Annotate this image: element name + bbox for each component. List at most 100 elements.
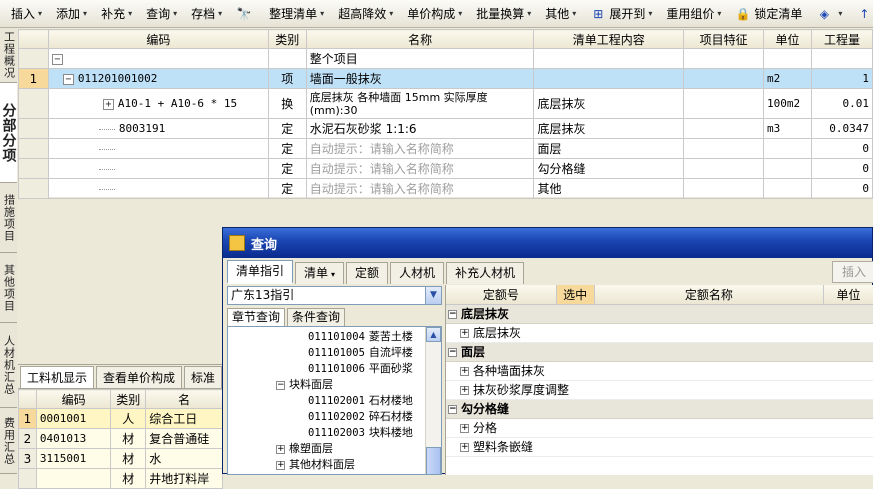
cell-name[interactable]: 整个项目 [305,48,535,69]
expand-icon[interactable]: + [276,444,285,454]
guide-select[interactable]: 广东13指引 ▼ [227,286,442,305]
table-row[interactable]: 1 0001001 人综合工日 [18,408,223,429]
cell-content[interactable] [533,68,685,89]
cell-name[interactable]: 复合普通硅 [145,428,223,449]
cell-name[interactable]: 自动提示：请输入名称简称 [305,158,535,179]
col-qty[interactable]: 工程量 [810,29,873,49]
cell-code[interactable] [47,138,269,159]
cell-content[interactable]: 面层 [533,138,685,159]
cell-code[interactable]: 8003191 [47,118,269,139]
toolbar-item[interactable]: 添加 ▾ [51,3,92,25]
col-name[interactable]: 名 [145,389,223,409]
chevron-down-icon[interactable]: ▾ [458,9,462,18]
cell-unit[interactable] [763,178,812,199]
table-row[interactable]: 材井地打料岸 [18,468,223,489]
collapse-icon[interactable]: − [448,310,457,319]
row-number[interactable] [18,138,49,159]
toolbar-item[interactable]: 补充 ▾ [96,3,137,25]
chevron-down-icon[interactable]: ▾ [218,9,222,18]
col-feature[interactable]: 项目特征 [683,29,765,49]
table-row[interactable]: 1 −011201001002 项 墙面一般抹灰 m2 1 [18,68,873,89]
quota-item[interactable]: + 底层抹灰 [446,324,873,343]
collapse-icon[interactable]: − [448,348,457,357]
chevron-down-icon[interactable]: ▾ [527,9,531,18]
dialog-title-bar[interactable]: 查询 [223,228,872,258]
cell-name[interactable]: 井地打料岸 [145,468,223,489]
col-unit[interactable]: 单位 [763,29,812,49]
cell-name[interactable]: 墙面一般抹灰 [305,68,535,89]
cell-feature[interactable] [683,68,765,89]
expand-icon[interactable]: + [460,443,469,452]
insert-button[interactable]: 插入 [832,261,873,283]
toolbar-item[interactable]: 单价构成 ▾ [402,3,467,25]
tree-node[interactable]: − 块料面层 [276,377,333,393]
cell-type[interactable] [267,48,307,69]
cell-unit[interactable] [763,158,812,179]
cell-type[interactable]: 材 [110,448,147,469]
expand-icon[interactable]: + [460,367,469,376]
cell-qty[interactable]: 0 [810,138,873,159]
tab-project-overview[interactable]: 工程概况 [0,28,17,83]
tree-node[interactable]: 011101005 自流坪楼 [308,345,413,361]
cell-name[interactable]: 综合工日 [145,408,223,429]
cell-qty[interactable] [810,48,873,69]
tab-chapter-search[interactable]: 章节查询 [227,308,286,326]
col-code[interactable]: 编码 [47,29,269,49]
cell-name[interactable]: 自动提示：请输入名称简称 [305,138,535,159]
chevron-down-icon[interactable]: ▾ [717,9,721,18]
table-row[interactable]: 2 0401013 材复合普通硅 [18,428,223,449]
quota-item[interactable]: + 抹灰砂浆厚度调整 [446,381,873,400]
cell-feature[interactable] [683,118,765,139]
cell-code[interactable]: 0401013 [35,428,112,449]
toolbar-item[interactable]: 🔒 锁定清单 [730,3,807,25]
cell-qty[interactable]: 0.01 [810,88,873,119]
tree-node[interactable]: 011101004 菱苦土楼 [308,329,413,345]
cell-type[interactable]: 定 [267,158,307,179]
collapse-icon[interactable]: − [448,405,457,414]
cell-code[interactable] [35,468,112,489]
tab-cost-summary[interactable]: 费用汇总 [0,408,17,474]
tab-standard[interactable]: 标准 [184,365,223,388]
cell-code[interactable]: 0001001 [35,408,112,429]
tree-node[interactable]: 011102001 石材楼地 [308,393,413,409]
quota-group-header[interactable]: − 底层抹灰 [446,305,873,324]
cell-qty[interactable]: 0 [810,158,873,179]
quota-group-header[interactable]: − 面层 [446,343,873,362]
scroll-up-icon[interactable]: ▲ [426,327,441,342]
tree-scrollbar[interactable]: ▲ [425,327,441,474]
table-row[interactable]: 3 3115001 材水 [18,448,223,469]
col-selected[interactable]: 选中 [556,285,595,304]
tab-quota[interactable]: 定额 [346,262,389,284]
col-name[interactable]: 名称 [305,29,535,49]
col-code[interactable]: 编码 [35,389,112,409]
col-type[interactable]: 类别 [110,389,147,409]
table-row[interactable]: 定 自动提示：请输入名称简称 其他 0 [18,178,873,199]
cell-content[interactable]: 底层抹灰 [533,88,685,119]
table-row[interactable]: − 整个项目 [18,48,873,69]
cell-content[interactable]: 其他 [533,178,685,199]
expand-icon[interactable]: + [460,386,469,395]
row-number[interactable] [18,88,49,119]
tab-material-display[interactable]: 工料机显示 [20,365,95,388]
table-row[interactable]: 定 自动提示：请输入名称简称 面层 0 [18,138,873,159]
tab-supplement-material[interactable]: 补充人材机 [446,262,525,284]
toolbar-item[interactable]: ↑ [851,3,873,25]
cell-code[interactable] [47,178,269,199]
table-row[interactable]: + A10-1 + A10-6 * 15 换 底层抹灰 各种墙面 15mm 实际厚度(… [18,88,873,119]
cell-type[interactable]: 人 [110,408,147,429]
tree-node[interactable]: + 其他材料面层 [276,457,355,473]
quota-item[interactable]: + 各种墙面抹灰 [446,362,873,381]
quota-group-header[interactable]: − 勾分格缝 [446,400,873,419]
chevron-down-icon[interactable]: ▾ [320,9,324,18]
collapse-icon[interactable]: − [62,73,74,85]
row-number[interactable]: 1 [18,68,49,89]
tab-measures[interactable]: 措施项目 [0,183,17,253]
tab-bill[interactable]: 清单 ▾ [295,262,345,284]
chevron-down-icon[interactable]: ▾ [38,9,42,18]
cell-qty[interactable]: 0.0347 [810,118,873,139]
cell-type[interactable]: 材 [110,468,147,489]
cell-content[interactable]: 底层抹灰 [533,118,685,139]
tree-node[interactable]: 011102002 碎石材楼 [308,409,413,425]
cell-type[interactable]: 项 [267,68,307,89]
cell-feature[interactable] [683,48,765,69]
